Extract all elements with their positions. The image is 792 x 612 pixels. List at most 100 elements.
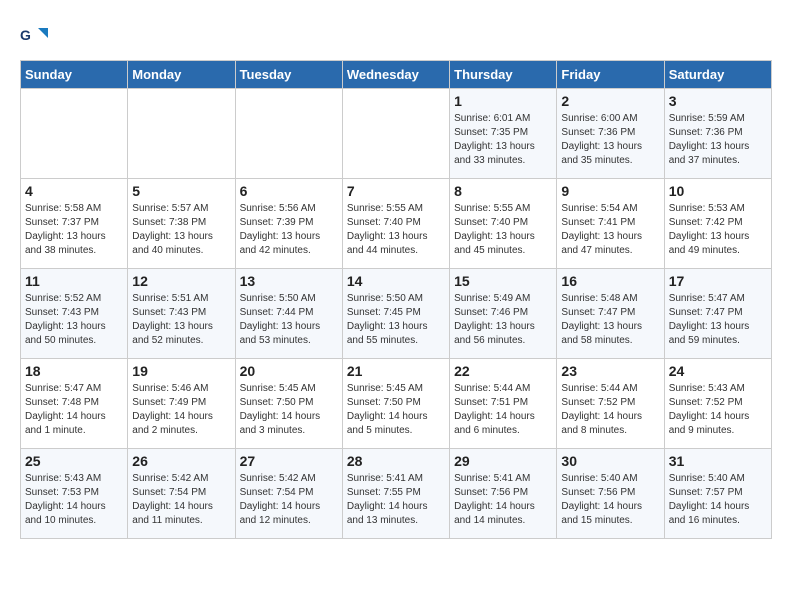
day-number: 21 bbox=[347, 363, 445, 379]
day-number: 3 bbox=[669, 93, 767, 109]
day-info: Sunrise: 5:56 AM Sunset: 7:39 PM Dayligh… bbox=[240, 202, 338, 258]
calendar-cell: 31 Sunrise: 5:40 AM Sunset: 7:57 PM Dayli… bbox=[664, 449, 771, 539]
calendar-cell: 1 Sunrise: 6:01 AM Sunset: 7:35 PM Daylig… bbox=[450, 89, 557, 179]
calendar-cell: 21 Sunrise: 5:45 AM Sunset: 7:50 PM Dayli… bbox=[342, 359, 449, 449]
day-number: 23 bbox=[561, 363, 659, 379]
day-info: Sunrise: 6:01 AM Sunset: 7:35 PM Dayligh… bbox=[454, 112, 552, 168]
day-number: 25 bbox=[25, 453, 123, 469]
day-number: 5 bbox=[132, 183, 230, 199]
day-info: Sunrise: 5:50 AM Sunset: 7:45 PM Dayligh… bbox=[347, 292, 445, 348]
calendar-cell: 19Sunrise: 5:46 AM Sunset: 7:49 PM Dayli… bbox=[128, 359, 235, 449]
day-info: Sunrise: 5:46 AM Sunset: 7:49 PM Dayligh… bbox=[132, 382, 230, 438]
day-info: Sunrise: 5:49 AM Sunset: 7:46 PM Dayligh… bbox=[454, 292, 552, 348]
calendar-cell: 14 Sunrise: 5:50 AM Sunset: 7:45 PM Dayli… bbox=[342, 269, 449, 359]
day-info: Sunrise: 5:45 AM Sunset: 7:50 PM Dayligh… bbox=[347, 382, 445, 438]
calendar-cell bbox=[342, 89, 449, 179]
calendar-cell: 6 Sunrise: 5:56 AM Sunset: 7:39 PM Daylig… bbox=[235, 179, 342, 269]
day-info: Sunrise: 5:43 AM Sunset: 7:53 PM Dayligh… bbox=[25, 472, 123, 528]
day-info: Sunrise: 5:47 AM Sunset: 7:47 PM Dayligh… bbox=[669, 292, 767, 348]
calendar-week-row: 4 Sunrise: 5:58 AM Sunset: 7:37 PM Daylig… bbox=[21, 179, 772, 269]
day-number: 18 bbox=[25, 363, 123, 379]
day-info: Sunrise: 5:48 AM Sunset: 7:47 PM Dayligh… bbox=[561, 292, 659, 348]
day-info: Sunrise: 5:55 AM Sunset: 7:40 PM Dayligh… bbox=[347, 202, 445, 258]
calendar-week-row: 25 Sunrise: 5:43 AM Sunset: 7:53 PM Dayli… bbox=[21, 449, 772, 539]
calendar-cell: 5 Sunrise: 5:57 AM Sunset: 7:38 PM Daylig… bbox=[128, 179, 235, 269]
svg-text:G: G bbox=[20, 27, 31, 43]
weekday-header-cell: Monday bbox=[128, 61, 235, 89]
day-info: Sunrise: 5:40 AM Sunset: 7:57 PM Dayligh… bbox=[669, 472, 767, 528]
calendar-cell: 18 Sunrise: 5:47 AM Sunset: 7:48 PM Dayli… bbox=[21, 359, 128, 449]
calendar-cell: 2Sunrise: 6:00 AM Sunset: 7:36 PM Daylig… bbox=[557, 89, 664, 179]
calendar-body: 1 Sunrise: 6:01 AM Sunset: 7:35 PM Daylig… bbox=[21, 89, 772, 539]
day-info: Sunrise: 5:43 AM Sunset: 7:52 PM Dayligh… bbox=[669, 382, 767, 438]
calendar-cell: 20Sunrise: 5:45 AM Sunset: 7:50 PM Dayli… bbox=[235, 359, 342, 449]
day-info: Sunrise: 5:42 AM Sunset: 7:54 PM Dayligh… bbox=[132, 472, 230, 528]
day-number: 4 bbox=[25, 183, 123, 199]
calendar-cell: 25 Sunrise: 5:43 AM Sunset: 7:53 PM Dayli… bbox=[21, 449, 128, 539]
calendar-cell: 17 Sunrise: 5:47 AM Sunset: 7:47 PM Dayli… bbox=[664, 269, 771, 359]
calendar-cell: 13Sunrise: 5:50 AM Sunset: 7:44 PM Dayli… bbox=[235, 269, 342, 359]
calendar-cell: 22Sunrise: 5:44 AM Sunset: 7:51 PM Dayli… bbox=[450, 359, 557, 449]
day-number: 13 bbox=[240, 273, 338, 289]
calendar-cell: 27 Sunrise: 5:42 AM Sunset: 7:54 PM Dayli… bbox=[235, 449, 342, 539]
logo-icon: G bbox=[20, 20, 50, 50]
day-number: 10 bbox=[669, 183, 767, 199]
weekday-header-cell: Sunday bbox=[21, 61, 128, 89]
day-number: 27 bbox=[240, 453, 338, 469]
calendar-cell: 3 Sunrise: 5:59 AM Sunset: 7:36 PM Daylig… bbox=[664, 89, 771, 179]
calendar-cell: 24Sunrise: 5:43 AM Sunset: 7:52 PM Dayli… bbox=[664, 359, 771, 449]
day-number: 20 bbox=[240, 363, 338, 379]
day-number: 17 bbox=[669, 273, 767, 289]
day-number: 31 bbox=[669, 453, 767, 469]
day-number: 7 bbox=[347, 183, 445, 199]
day-number: 16 bbox=[561, 273, 659, 289]
calendar-week-row: 11Sunrise: 5:52 AM Sunset: 7:43 PM Dayli… bbox=[21, 269, 772, 359]
day-info: Sunrise: 5:59 AM Sunset: 7:36 PM Dayligh… bbox=[669, 112, 767, 168]
day-info: Sunrise: 5:58 AM Sunset: 7:37 PM Dayligh… bbox=[25, 202, 123, 258]
day-info: Sunrise: 5:51 AM Sunset: 7:43 PM Dayligh… bbox=[132, 292, 230, 348]
calendar-cell: 12 Sunrise: 5:51 AM Sunset: 7:43 PM Dayli… bbox=[128, 269, 235, 359]
calendar-cell bbox=[128, 89, 235, 179]
day-info: Sunrise: 5:55 AM Sunset: 7:40 PM Dayligh… bbox=[454, 202, 552, 258]
day-info: Sunrise: 5:40 AM Sunset: 7:56 PM Dayligh… bbox=[561, 472, 659, 528]
calendar-cell: 15Sunrise: 5:49 AM Sunset: 7:46 PM Dayli… bbox=[450, 269, 557, 359]
calendar-cell: 4 Sunrise: 5:58 AM Sunset: 7:37 PM Daylig… bbox=[21, 179, 128, 269]
day-number: 12 bbox=[132, 273, 230, 289]
weekday-header-row: SundayMondayTuesdayWednesdayThursdayFrid… bbox=[21, 61, 772, 89]
calendar-cell: 28 Sunrise: 5:41 AM Sunset: 7:55 PM Dayli… bbox=[342, 449, 449, 539]
calendar-cell: 10 Sunrise: 5:53 AM Sunset: 7:42 PM Dayli… bbox=[664, 179, 771, 269]
day-number: 6 bbox=[240, 183, 338, 199]
logo: G bbox=[20, 20, 54, 50]
day-number: 1 bbox=[454, 93, 552, 109]
calendar-cell: 30 Sunrise: 5:40 AM Sunset: 7:56 PM Dayli… bbox=[557, 449, 664, 539]
calendar-cell: 8 Sunrise: 5:55 AM Sunset: 7:40 PM Daylig… bbox=[450, 179, 557, 269]
day-info: Sunrise: 5:47 AM Sunset: 7:48 PM Dayligh… bbox=[25, 382, 123, 438]
calendar-cell: 7 Sunrise: 5:55 AM Sunset: 7:40 PM Daylig… bbox=[342, 179, 449, 269]
calendar-cell: 16 Sunrise: 5:48 AM Sunset: 7:47 PM Dayli… bbox=[557, 269, 664, 359]
day-info: Sunrise: 5:44 AM Sunset: 7:51 PM Dayligh… bbox=[454, 382, 552, 438]
day-number: 8 bbox=[454, 183, 552, 199]
weekday-header-cell: Tuesday bbox=[235, 61, 342, 89]
calendar-week-row: 1 Sunrise: 6:01 AM Sunset: 7:35 PM Daylig… bbox=[21, 89, 772, 179]
calendar-week-row: 18 Sunrise: 5:47 AM Sunset: 7:48 PM Dayli… bbox=[21, 359, 772, 449]
calendar-cell: 11Sunrise: 5:52 AM Sunset: 7:43 PM Dayli… bbox=[21, 269, 128, 359]
day-info: Sunrise: 5:41 AM Sunset: 7:56 PM Dayligh… bbox=[454, 472, 552, 528]
day-number: 9 bbox=[561, 183, 659, 199]
day-info: Sunrise: 5:57 AM Sunset: 7:38 PM Dayligh… bbox=[132, 202, 230, 258]
day-info: Sunrise: 5:54 AM Sunset: 7:41 PM Dayligh… bbox=[561, 202, 659, 258]
day-info: Sunrise: 5:53 AM Sunset: 7:42 PM Dayligh… bbox=[669, 202, 767, 258]
calendar-table: SundayMondayTuesdayWednesdayThursdayFrid… bbox=[20, 60, 772, 539]
day-number: 29 bbox=[454, 453, 552, 469]
calendar-cell: 9 Sunrise: 5:54 AM Sunset: 7:41 PM Daylig… bbox=[557, 179, 664, 269]
day-number: 30 bbox=[561, 453, 659, 469]
day-info: Sunrise: 5:41 AM Sunset: 7:55 PM Dayligh… bbox=[347, 472, 445, 528]
day-number: 14 bbox=[347, 273, 445, 289]
day-info: Sunrise: 5:52 AM Sunset: 7:43 PM Dayligh… bbox=[25, 292, 123, 348]
calendar-cell bbox=[21, 89, 128, 179]
day-number: 26 bbox=[132, 453, 230, 469]
calendar-cell bbox=[235, 89, 342, 179]
day-info: Sunrise: 5:42 AM Sunset: 7:54 PM Dayligh… bbox=[240, 472, 338, 528]
day-number: 28 bbox=[347, 453, 445, 469]
calendar-cell: 29 Sunrise: 5:41 AM Sunset: 7:56 PM Dayli… bbox=[450, 449, 557, 539]
weekday-header-cell: Wednesday bbox=[342, 61, 449, 89]
